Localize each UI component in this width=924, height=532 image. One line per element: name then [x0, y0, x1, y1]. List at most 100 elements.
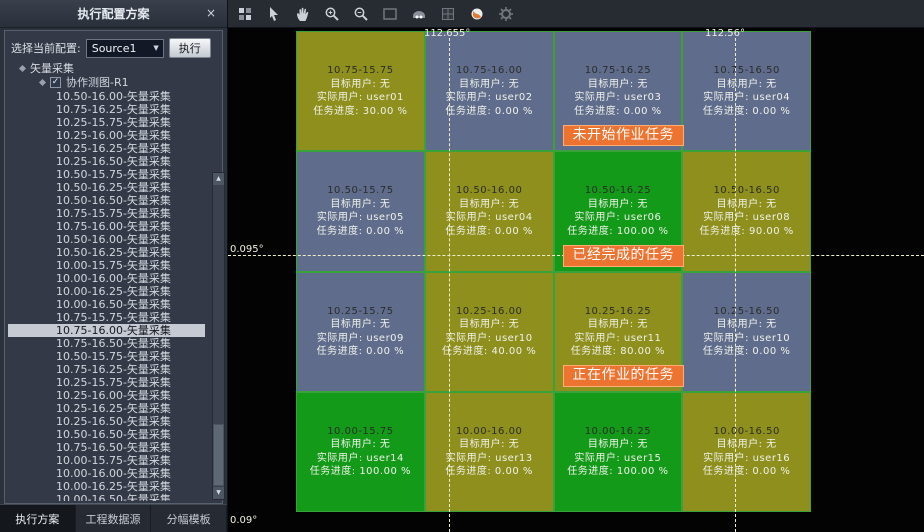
tree-item[interactable]: 10.00-16.00-矢量采集 [8, 467, 205, 480]
map-canvas[interactable]: 10.75-15.75目标用户: 无实际用户: user01任务进度: 30.0… [228, 28, 924, 532]
tree-item[interactable]: 10.50-16.00-矢量采集 [8, 90, 205, 103]
tree-item[interactable]: 10.00-16.00-矢量采集 [8, 272, 205, 285]
tree-item[interactable]: 10.00-16.50-矢量采集 [8, 493, 205, 501]
globe-icon[interactable] [468, 5, 486, 23]
tree-item[interactable]: 10.50-16.25-矢量采集 [8, 246, 205, 259]
task-cell-10.25-16.25[interactable]: 10.25-16.25目标用户: 无实际用户: user11任务进度: 80.0… [555, 273, 682, 391]
progress-line: 任务进度: 100.00 % [567, 465, 668, 479]
task-cell-10.75-16.25[interactable]: 10.75-16.25目标用户: 无实际用户: user03任务进度: 0.00… [555, 32, 682, 150]
tree-root-node[interactable]: 矢量采集 [8, 61, 205, 75]
task-cell-10.50-15.75[interactable]: 10.50-15.75目标用户: 无实际用户: user05任务进度: 0.00… [297, 152, 424, 270]
scroll-down-icon[interactable]: ▼ [213, 487, 224, 499]
panel-title: 执行配置方案 [0, 0, 227, 28]
group-checkbox[interactable]: ✓ [50, 77, 61, 88]
tree-item[interactable]: 10.75-16.50-矢量采集 [8, 337, 205, 350]
range: 10.75-16.00 [456, 64, 522, 78]
execute-button[interactable]: 执行 [169, 38, 211, 58]
task-cell-10.00-16.00[interactable]: 10.00-16.00目标用户: 无实际用户: user13任务进度: 0.00… [426, 393, 553, 511]
target-user-line: 目标用户: 无 [588, 78, 648, 92]
target-user-line: 目标用户: 无 [459, 78, 519, 92]
task-cell-10.25-16.00[interactable]: 10.25-16.00目标用户: 无实际用户: user10任务进度: 40.0… [426, 273, 553, 391]
tree-item[interactable]: 10.50-16.25-矢量采集 [8, 181, 205, 194]
tree-item[interactable]: 10.50-15.75-矢量采集 [8, 168, 205, 181]
tree-item[interactable]: 10.00-16.25-矢量采集 [8, 480, 205, 493]
tree-item[interactable]: 10.25-15.75-矢量采集 [8, 116, 205, 129]
range: 10.00-16.50 [713, 425, 779, 439]
actual-user-line: 实际用户: user10 [446, 332, 533, 346]
tree-item[interactable]: 10.75-16.00-矢量采集 [8, 324, 205, 337]
zoom-out-icon[interactable] [352, 5, 370, 23]
target-user-line: 目标用户: 无 [717, 318, 777, 332]
tree-item[interactable]: 10.00-15.75-矢量采集 [8, 454, 205, 467]
layers-icon[interactable] [236, 5, 254, 23]
pan-hand-icon[interactable] [294, 5, 312, 23]
panel-title-bar: 执行配置方案 × [0, 0, 227, 28]
tree-item[interactable]: 10.00-16.25-矢量采集 [8, 285, 205, 298]
zoom-extent-icon[interactable] [381, 5, 399, 23]
grid-icon[interactable] [439, 5, 457, 23]
progress-line: 任务进度: 40.00 % [442, 345, 536, 359]
actual-user-line: 实际用户: user03 [574, 91, 661, 105]
task-cell-10.75-15.75[interactable]: 10.75-15.75目标用户: 无实际用户: user01任务进度: 30.0… [297, 32, 424, 150]
task-cell-10.25-15.75[interactable]: 10.25-15.75目标用户: 无实际用户: user09任务进度: 0.00… [297, 273, 424, 391]
tree-item[interactable]: 10.25-16.25-矢量采集 [8, 402, 205, 415]
tree-item[interactable]: 10.25-16.50-矢量采集 [8, 155, 205, 168]
task-cell-10.50-16.25[interactable]: 10.50-16.25目标用户: 无实际用户: user06任务进度: 100.… [555, 152, 682, 270]
tree-item[interactable]: 10.25-16.50-矢量采集 [8, 415, 205, 428]
range: 10.25-16.50 [713, 305, 779, 319]
task-cell-10.00-16.25[interactable]: 10.00-16.25目标用户: 无实际用户: user15任务进度: 100.… [555, 393, 682, 511]
coord-label-latitude-2: 0.09° [230, 515, 257, 526]
zoom-in-icon[interactable] [323, 5, 341, 23]
tree-item[interactable]: 10.25-16.00-矢量采集 [8, 129, 205, 142]
task-cell-10.50-16.50[interactable]: 10.50-16.50目标用户: 无实际用户: user08任务进度: 90.0… [683, 152, 810, 270]
range: 10.50-16.50 [713, 184, 779, 198]
progress-line: 任务进度: 0.00 % [574, 105, 662, 119]
range: 10.25-16.25 [585, 305, 651, 319]
tree-item[interactable]: 10.50-16.50-矢量采集 [8, 428, 205, 441]
task-cell-10.25-16.50[interactable]: 10.25-16.50目标用户: 无实际用户: user10任务进度: 0.00… [683, 273, 810, 391]
tree-group-node[interactable]: ✓ 协作测图-R1 [8, 75, 205, 89]
tree-item-list: 10.50-16.00-矢量采集10.75-16.25-矢量采集10.25-15… [8, 90, 205, 501]
tree-item[interactable]: 10.50-16.50-矢量采集 [8, 194, 205, 207]
tree-item[interactable]: 10.00-15.75-矢量采集 [8, 259, 205, 272]
actual-user-line: 实际用户: user01 [317, 91, 404, 105]
config-select-dropdown[interactable]: Source1 ▼ [86, 39, 164, 58]
tab-active[interactable]: 执行方案 [0, 505, 76, 532]
task-cell-10.00-15.75[interactable]: 10.00-15.75目标用户: 无实际用户: user14任务进度: 100.… [297, 393, 424, 511]
current-config-label: 选择当前配置: [11, 40, 81, 56]
tree-item[interactable]: 10.75-15.75-矢量采集 [8, 311, 205, 324]
task-cell-10.75-16.50[interactable]: 10.75-16.50目标用户: 无实际用户: user04任务进度: 0.00… [683, 32, 810, 150]
tree-scrollbar[interactable]: ▲ ▼ [212, 172, 225, 500]
tree-item[interactable]: 10.75-16.00-矢量采集 [8, 220, 205, 233]
settings-gear-icon[interactable] [497, 5, 515, 23]
range: 10.75-16.50 [713, 64, 779, 78]
tree-item[interactable]: 10.00-16.50-矢量采集 [8, 298, 205, 311]
task-cell-10.75-16.00[interactable]: 10.75-16.00目标用户: 无实际用户: user02任务进度: 0.00… [426, 32, 553, 150]
identify-users-icon[interactable] [410, 5, 428, 23]
tree-expander-icon[interactable] [19, 64, 26, 71]
progress-line: 任务进度: 0.00 % [703, 345, 791, 359]
tree-expander-icon[interactable] [39, 78, 46, 85]
tree-item[interactable]: 10.50-15.75-矢量采集 [8, 350, 205, 363]
tree-item[interactable]: 10.25-15.75-矢量采集 [8, 376, 205, 389]
close-icon[interactable]: × [204, 7, 218, 21]
tree-item[interactable]: 10.50-16.00-矢量采集 [8, 233, 205, 246]
task-cell-10.00-16.50[interactable]: 10.00-16.50目标用户: 无实际用户: user16任务进度: 0.00… [683, 393, 810, 511]
tree-item[interactable]: 10.75-15.75-矢量采集 [8, 207, 205, 220]
tree-item[interactable]: 10.75-16.25-矢量采集 [8, 363, 205, 376]
tab-inactive[interactable]: 分幅模板 [151, 505, 227, 532]
scroll-up-icon[interactable]: ▲ [213, 173, 224, 185]
status-badge: 未开始作业任务 [563, 125, 685, 147]
range: 10.75-15.75 [327, 64, 393, 78]
tree-item[interactable]: 10.25-16.25-矢量采集 [8, 142, 205, 155]
actual-user-line: 实际用户: user10 [703, 332, 790, 346]
tree-item[interactable]: 10.75-16.25-矢量采集 [8, 103, 205, 116]
tree-item[interactable]: 10.25-16.00-矢量采集 [8, 389, 205, 402]
task-cell-10.50-16.00[interactable]: 10.50-16.00目标用户: 无实际用户: user04任务进度: 0.00… [426, 152, 553, 270]
target-user-line: 目标用户: 无 [330, 318, 390, 332]
select-cursor-icon[interactable] [265, 5, 283, 23]
tab-inactive[interactable]: 工程数据源 [76, 505, 152, 532]
tree-item[interactable]: 10.75-16.50-矢量采集 [8, 441, 205, 454]
scrollbar-thumb[interactable] [213, 424, 224, 486]
range: 10.50-16.00 [456, 184, 522, 198]
